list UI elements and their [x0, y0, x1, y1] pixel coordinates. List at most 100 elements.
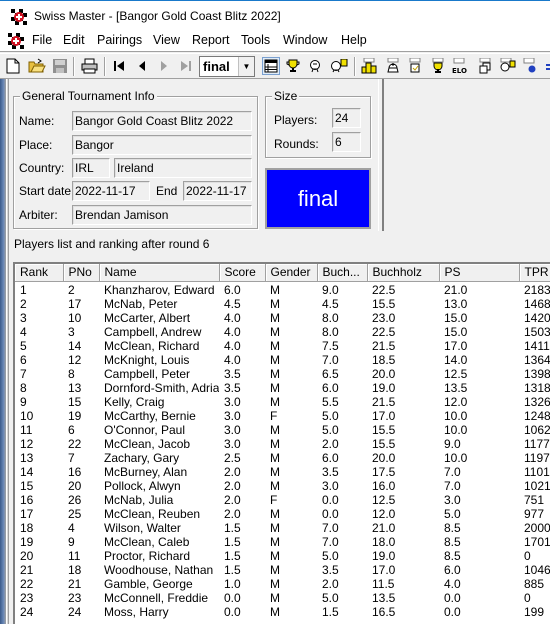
menu-file[interactable]: File	[32, 33, 52, 47]
table-row[interactable]: 24 24 Moss, Harry 0.0 M 1.5 16.5 0.0 199	[15, 605, 550, 619]
end-date-field[interactable]: 2022-11-17	[183, 181, 252, 201]
cell-rank: 20	[20, 548, 34, 563]
table-row[interactable]: 6 12 McKnight, Louis 4.0 M 7.0 18.5 14.0 1364	[15, 353, 550, 367]
players-list-icon[interactable]	[262, 57, 280, 75]
table-row[interactable]: 10 19 McCarthy, Bernie 3.0 F 5.0 17.0 10.0 1248	[15, 409, 550, 423]
players-count-field[interactable]: 24	[332, 108, 361, 128]
table-row[interactable]: 17 25 McClean, Reuben 2.0 M 0.0 12.0 5.0 977	[15, 507, 550, 521]
round-select[interactable]: final ▼	[199, 56, 255, 77]
cell-buchholz-cut: 5.0	[322, 590, 339, 605]
cell-tpr: 1364	[524, 352, 550, 367]
save-icon[interactable]	[51, 57, 69, 75]
column-header-pno[interactable]: PNo	[63, 264, 100, 282]
cell-name: Moss, Harry	[104, 604, 169, 619]
table-row[interactable]: 21 18 Woodhouse, Nathan 1.5 M 3.5 17.0 6.0 1046	[15, 563, 550, 577]
table-row[interactable]: 5 14 McClean, Richard 4.0 M 7.5 21.5 17.0 1411	[15, 339, 550, 353]
menu-pairings[interactable]: Pairings	[97, 33, 142, 47]
menu-window[interactable]: Window	[283, 33, 327, 47]
cell-rank: 9	[20, 394, 27, 409]
king-report-icon[interactable]	[384, 57, 402, 75]
table-row[interactable]: 1 2 Khanzharov, Edward 6.0 M 9.0 22.5 21.0 2183	[15, 281, 550, 297]
copy-windows-icon[interactable]	[476, 57, 494, 75]
elo-report-icon[interactable]: ELO	[451, 57, 469, 75]
next-round-icon[interactable]	[155, 57, 173, 75]
table-row[interactable]: 23 23 McConnell, Freddie 0.0 M 5.0 13.5 0.0 0	[15, 591, 550, 605]
start-date-field[interactable]: 2022-11-17	[72, 181, 150, 201]
end-date-label: End	[156, 184, 178, 198]
country-name-field[interactable]: Ireland	[114, 158, 252, 178]
table-row[interactable]: 4 3 Campbell, Andrew 4.0 M 8.0 22.5 15.0 1503	[15, 325, 550, 339]
player-head-icon[interactable]	[306, 57, 324, 75]
cell-rank: 8	[20, 380, 27, 395]
cell-buchholz-cut: 3.5	[322, 464, 339, 479]
table-row[interactable]: 19 9 McClean, Caleb 1.5 M 7.0 18.0 8.5 1701	[15, 535, 550, 549]
export-icon[interactable]	[541, 57, 550, 75]
cell-score: 4.0	[224, 338, 241, 353]
column-header-buchholz[interactable]: Buchholz	[367, 264, 440, 282]
size-legend: Size	[272, 89, 300, 103]
cell-tpr: 1177	[524, 436, 550, 451]
column-header-buchholz-cut[interactable]: Buch...	[317, 264, 368, 282]
table-row[interactable]: 8 13 Dornford-Smith, Adrian 3.5 M 6.0 19.0 13.5…	[15, 381, 550, 395]
trophy-report-icon[interactable]	[429, 57, 447, 75]
cell-ps: 21.0	[444, 282, 468, 297]
cell-tpr: 885	[524, 576, 545, 591]
country-code-field[interactable]: IRL	[72, 158, 110, 178]
table-row[interactable]: 13 7 Zachary, Gary 2.5 M 6.0 20.0 10.0 1197	[15, 451, 550, 465]
cell-ps: 4.0	[444, 576, 461, 591]
svg-text:ELO: ELO	[452, 67, 467, 74]
table-row[interactable]: 2 17 McNab, Peter 4.5 M 4.5 15.5 13.0 1468	[15, 297, 550, 311]
table-row[interactable]: 22 21 Gamble, George 1.0 M 2.0 11.5 4.0 885	[15, 577, 550, 591]
name-field[interactable]: Bangor Gold Coast Blitz 2022	[72, 111, 252, 131]
table-row[interactable]: 16 26 McNab, Julia 2.0 F 0.0 12.5 3.0 751	[15, 493, 550, 507]
first-round-icon[interactable]	[110, 57, 128, 75]
cell-buchholz: 15.5	[372, 422, 396, 437]
menu-help[interactable]: Help	[341, 33, 367, 47]
column-header-name[interactable]: Name	[99, 264, 220, 282]
scroll-report-icon[interactable]	[406, 57, 424, 75]
table-row[interactable]: 15 20 Pollock, Alwyn 2.0 M 3.0 16.0 7.0 1021	[15, 479, 550, 493]
table-row[interactable]: 3 10 McCarter, Albert 4.0 M 8.0 23.0 15.0 1420	[15, 311, 550, 325]
print-icon[interactable]	[80, 57, 98, 75]
cell-buchholz-cut: 2.0	[322, 576, 339, 591]
table-row[interactable]: 20 11 Proctor, Richard 1.5 M 5.0 19.0 8.5 0	[15, 549, 550, 563]
column-header-ps[interactable]: PS	[439, 264, 520, 282]
new-file-icon[interactable]	[4, 57, 22, 75]
cell-score: 3.0	[224, 394, 241, 409]
column-header-tpr[interactable]: TPR ...	[519, 264, 550, 282]
previous-round-icon[interactable]	[133, 57, 151, 75]
podium-report-icon[interactable]	[360, 57, 378, 75]
menu-report[interactable]: Report	[192, 33, 230, 47]
table-row[interactable]: 11 6 O'Connor, Paul 3.0 M 5.0 15.5 10.0 1062	[15, 423, 550, 437]
cell-buchholz-cut: 0.0	[322, 506, 339, 521]
place-field[interactable]: Bangor	[72, 135, 252, 155]
player-pairing-icon[interactable]	[498, 57, 516, 75]
menu-edit[interactable]: Edit	[63, 33, 85, 47]
cell-ps: 6.0	[444, 562, 461, 577]
cell-buchholz-cut: 5.0	[322, 548, 339, 563]
last-round-icon[interactable]	[177, 57, 195, 75]
arbiter-field[interactable]: Brendan Jamison	[72, 205, 252, 225]
cell-name: Campbell, Peter	[104, 366, 191, 381]
menu-view[interactable]: View	[153, 33, 180, 47]
column-header-score[interactable]: Score	[219, 264, 266, 282]
table-row[interactable]: 12 22 McClean, Jacob 3.0 M 2.0 15.5 9.0 1177	[15, 437, 550, 451]
player-numbered-icon[interactable]	[330, 57, 348, 75]
globe-report-icon[interactable]	[521, 57, 539, 75]
column-header-rank[interactable]: Rank	[15, 264, 64, 282]
trophy-icon[interactable]	[284, 57, 302, 75]
table-row[interactable]: 7 8 Campbell, Peter 3.5 M 6.5 20.0 12.5 1398	[15, 367, 550, 381]
panel-splitter[interactable]	[378, 79, 384, 231]
table-row[interactable]: 14 16 McBurney, Alan 2.0 M 3.5 17.5 7.0 1101	[15, 465, 550, 479]
cell-score: 2.0	[224, 478, 241, 493]
rounds-count-field[interactable]: 6	[332, 132, 361, 152]
cell-score: 2.0	[224, 492, 241, 507]
cell-name: McNab, Peter	[104, 296, 178, 311]
table-row[interactable]: 18 4 Wilson, Walter 1.5 M 7.0 21.0 8.5 2000	[15, 521, 550, 535]
open-folder-icon[interactable]	[28, 57, 46, 75]
table-row[interactable]: 9 15 Kelly, Craig 3.0 M 5.5 21.5 12.0 1326	[15, 395, 550, 409]
document-menu-icon[interactable]	[8, 33, 24, 49]
chevron-down-icon[interactable]: ▼	[238, 57, 254, 76]
column-header-gender[interactable]: Gender	[265, 264, 318, 282]
menu-tools[interactable]: Tools	[241, 33, 270, 47]
